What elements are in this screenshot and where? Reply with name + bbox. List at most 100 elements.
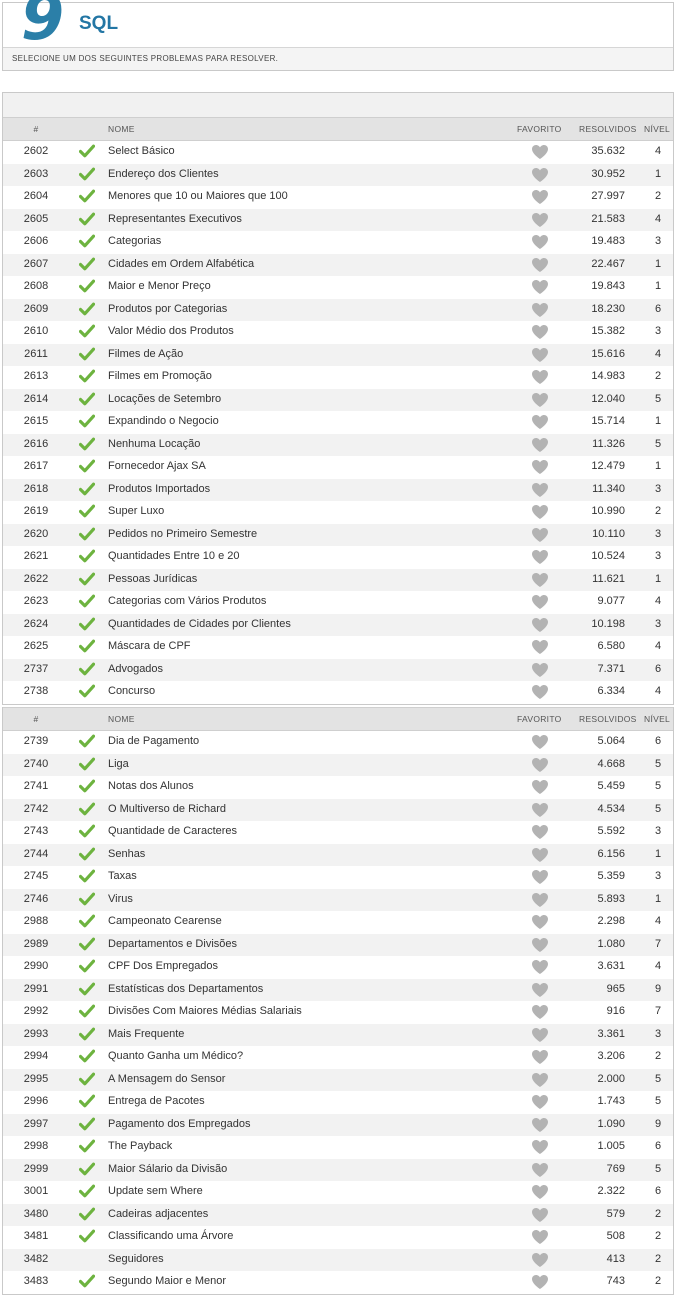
problem-name-link[interactable]: Locações de Setembro bbox=[108, 393, 221, 405]
problem-name-link[interactable]: Select Básico bbox=[108, 145, 175, 157]
table-row[interactable]: 2617 Fornecedor Ajax SA 12.479 1 bbox=[3, 456, 673, 479]
problem-name-link[interactable]: Classificando uma Árvore bbox=[108, 1230, 233, 1242]
table-row[interactable]: 2614 Locações de Setembro 12.040 5 bbox=[3, 388, 673, 411]
column-header-name[interactable]: NOME bbox=[108, 124, 135, 134]
problem-name-link[interactable]: Dia de Pagamento bbox=[108, 735, 199, 747]
problem-name-link[interactable]: Produtos por Categorias bbox=[108, 303, 227, 315]
table-row[interactable]: 2607 Cidades em Ordem Alfabética 22.467 1 bbox=[3, 253, 673, 276]
table-row[interactable]: 2990 CPF Dos Empregados 3.631 4 bbox=[3, 956, 673, 979]
table-row[interactable]: 2738 Concurso 6.334 4 bbox=[3, 681, 673, 704]
problem-name-link[interactable]: Máscara de CPF bbox=[108, 640, 191, 652]
heart-icon[interactable] bbox=[531, 279, 549, 295]
column-header-level[interactable]: NÍVEL bbox=[644, 714, 670, 724]
problem-name-link[interactable]: Filmes em Promoção bbox=[108, 370, 212, 382]
table-row[interactable]: 2744 Senhas 6.156 1 bbox=[3, 843, 673, 866]
table-row[interactable]: 2988 Campeonato Cearense 2.298 4 bbox=[3, 911, 673, 934]
heart-icon[interactable] bbox=[531, 257, 549, 273]
table-row[interactable]: 2623 Categorias com Vários Produtos 9.077 4 bbox=[3, 591, 673, 614]
heart-icon[interactable] bbox=[531, 824, 549, 840]
heart-icon[interactable] bbox=[531, 414, 549, 430]
heart-icon[interactable] bbox=[531, 892, 549, 908]
heart-icon[interactable] bbox=[531, 437, 549, 453]
table-row[interactable]: 2620 Pedidos no Primeiro Semestre 10.110 3 bbox=[3, 523, 673, 546]
column-header-name[interactable]: NOME bbox=[108, 714, 135, 724]
heart-icon[interactable] bbox=[531, 482, 549, 498]
table-row[interactable]: 2999 Maior Sálario da Divisão 769 5 bbox=[3, 1158, 673, 1181]
table-row[interactable]: 2615 Expandindo o Negocio 15.714 1 bbox=[3, 411, 673, 434]
heart-icon[interactable] bbox=[531, 302, 549, 318]
problem-name-link[interactable]: Maior Sálario da Divisão bbox=[108, 1163, 227, 1175]
heart-icon[interactable] bbox=[531, 1162, 549, 1178]
problem-name-link[interactable]: Entrega de Pacotes bbox=[108, 1095, 205, 1107]
heart-icon[interactable] bbox=[531, 1184, 549, 1200]
problem-name-link[interactable]: Departamentos e Divisões bbox=[108, 938, 237, 950]
problem-name-link[interactable]: A Mensagem do Sensor bbox=[108, 1073, 225, 1085]
column-header-solved[interactable]: RESOLVIDOS bbox=[579, 124, 637, 134]
problem-name-link[interactable]: Estatísticas dos Departamentos bbox=[108, 983, 263, 995]
table-row[interactable]: 2740 Liga 4.668 5 bbox=[3, 753, 673, 776]
table-row[interactable]: 2997 Pagamento dos Empregados 1.090 9 bbox=[3, 1113, 673, 1136]
problem-name-link[interactable]: Valor Médio dos Produtos bbox=[108, 325, 234, 337]
table-row[interactable]: 2606 Categorias 19.483 3 bbox=[3, 231, 673, 254]
table-row[interactable]: 2739 Dia de Pagamento 5.064 6 bbox=[3, 731, 673, 754]
column-header-id[interactable]: # bbox=[15, 124, 57, 134]
table-row[interactable]: 2604 Menores que 10 ou Maiores que 100 27.… bbox=[3, 186, 673, 209]
table-row[interactable]: 2608 Maior e Menor Preço 19.843 1 bbox=[3, 276, 673, 299]
problem-name-link[interactable]: Quantidade de Caracteres bbox=[108, 825, 237, 837]
problem-name-link[interactable]: Divisões Com Maiores Médias Salariais bbox=[108, 1005, 302, 1017]
heart-icon[interactable] bbox=[531, 504, 549, 520]
heart-icon[interactable] bbox=[531, 1117, 549, 1133]
problem-name-link[interactable]: Taxas bbox=[108, 870, 137, 882]
table-row[interactable]: 2737 Advogados 7.371 6 bbox=[3, 658, 673, 681]
problem-name-link[interactable]: Nenhuma Locação bbox=[108, 438, 200, 450]
problem-name-link[interactable]: O Multiverso de Richard bbox=[108, 803, 226, 815]
table-row[interactable]: 2605 Representantes Executivos 21.583 4 bbox=[3, 208, 673, 231]
heart-icon[interactable] bbox=[531, 802, 549, 818]
table-row[interactable]: 2746 Virus 5.893 1 bbox=[3, 888, 673, 911]
problem-name-link[interactable]: Quantidades de Cidades por Clientes bbox=[108, 618, 291, 630]
table-row[interactable]: 2622 Pessoas Jurídicas 11.621 1 bbox=[3, 568, 673, 591]
heart-icon[interactable] bbox=[531, 869, 549, 885]
table-row[interactable]: 2993 Mais Frequente 3.361 3 bbox=[3, 1023, 673, 1046]
heart-icon[interactable] bbox=[531, 347, 549, 363]
heart-icon[interactable] bbox=[531, 1094, 549, 1110]
table-row[interactable]: 2621 Quantidades Entre 10 e 20 10.524 3 bbox=[3, 546, 673, 569]
problem-name-link[interactable]: Menores que 10 ou Maiores que 100 bbox=[108, 190, 288, 202]
table-row[interactable]: 2998 The Payback 1.005 6 bbox=[3, 1136, 673, 1159]
heart-icon[interactable] bbox=[531, 324, 549, 340]
heart-icon[interactable] bbox=[531, 779, 549, 795]
column-header-id[interactable]: # bbox=[15, 714, 57, 724]
table-row[interactable]: 3001 Update sem Where 2.322 6 bbox=[3, 1181, 673, 1204]
problem-name-link[interactable]: Pessoas Jurídicas bbox=[108, 573, 197, 585]
problem-name-link[interactable]: Expandindo o Negocio bbox=[108, 415, 219, 427]
problem-name-link[interactable]: Pagamento dos Empregados bbox=[108, 1118, 250, 1130]
table-row[interactable]: 3480 Cadeiras adjacentes 579 2 bbox=[3, 1203, 673, 1226]
table-row[interactable]: 3482 Seguidores 413 2 bbox=[3, 1248, 673, 1271]
problem-name-link[interactable]: Concurso bbox=[108, 685, 155, 697]
heart-icon[interactable] bbox=[531, 1027, 549, 1043]
heart-icon[interactable] bbox=[531, 369, 549, 385]
heart-icon[interactable] bbox=[531, 1049, 549, 1065]
table-row[interactable]: 2609 Produtos por Categorias 18.230 6 bbox=[3, 298, 673, 321]
heart-icon[interactable] bbox=[531, 594, 549, 610]
heart-icon[interactable] bbox=[531, 982, 549, 998]
column-header-favorite[interactable]: FAVORITO bbox=[517, 714, 562, 724]
table-row[interactable]: 2613 Filmes em Promoção 14.983 2 bbox=[3, 366, 673, 389]
table-row[interactable]: 2994 Quanto Ganha um Médico? 3.206 2 bbox=[3, 1046, 673, 1069]
table-row[interactable]: 3483 Segundo Maior e Menor 743 2 bbox=[3, 1271, 673, 1294]
table-row[interactable]: 2603 Endereço dos Clientes 30.952 1 bbox=[3, 163, 673, 186]
problem-name-link[interactable]: Super Luxo bbox=[108, 505, 164, 517]
problem-name-link[interactable]: Cidades em Ordem Alfabética bbox=[108, 258, 254, 270]
problem-name-link[interactable]: Pedidos no Primeiro Semestre bbox=[108, 528, 257, 540]
problem-name-link[interactable]: Produtos Importados bbox=[108, 483, 210, 495]
problem-name-link[interactable]: Virus bbox=[108, 893, 133, 905]
table-row[interactable]: 2989 Departamentos e Divisões 1.080 7 bbox=[3, 933, 673, 956]
problem-name-link[interactable]: Categorias com Vários Produtos bbox=[108, 595, 266, 607]
problem-name-link[interactable]: Campeonato Cearense bbox=[108, 915, 222, 927]
heart-icon[interactable] bbox=[531, 144, 549, 160]
table-row[interactable]: 2625 Máscara de CPF 6.580 4 bbox=[3, 636, 673, 659]
heart-icon[interactable] bbox=[531, 1274, 549, 1290]
problem-name-link[interactable]: The Payback bbox=[108, 1140, 172, 1152]
problem-name-link[interactable]: Segundo Maior e Menor bbox=[108, 1275, 226, 1287]
table-row[interactable]: 2991 Estatísticas dos Departamentos 965 9 bbox=[3, 978, 673, 1001]
